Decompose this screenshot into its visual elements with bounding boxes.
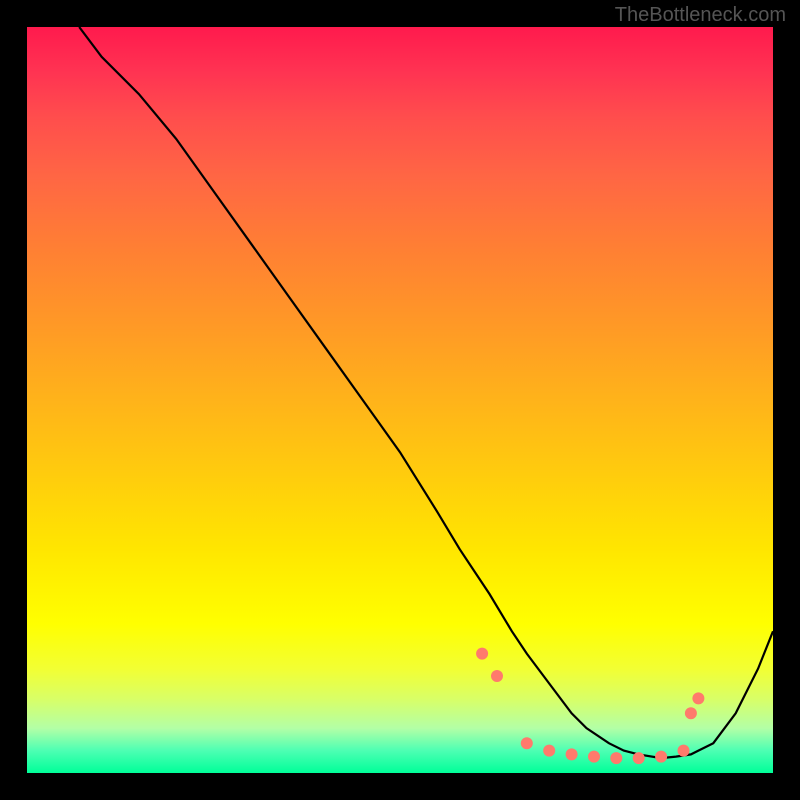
- data-dot: [521, 737, 533, 749]
- data-dot: [566, 748, 578, 760]
- bottleneck-curve: [79, 27, 773, 758]
- data-dot: [678, 745, 690, 757]
- data-dot: [610, 752, 622, 764]
- data-dot: [633, 752, 645, 764]
- data-dot: [685, 707, 697, 719]
- chart-plot-area: [27, 27, 773, 773]
- data-dot: [476, 648, 488, 660]
- data-dot: [655, 751, 667, 763]
- watermark-text: TheBottleneck.com: [615, 4, 786, 27]
- data-dot: [692, 692, 704, 704]
- data-dot: [588, 751, 600, 763]
- data-dot: [491, 670, 503, 682]
- data-dots: [476, 648, 704, 765]
- curve-svg: [27, 27, 773, 773]
- data-dot: [543, 745, 555, 757]
